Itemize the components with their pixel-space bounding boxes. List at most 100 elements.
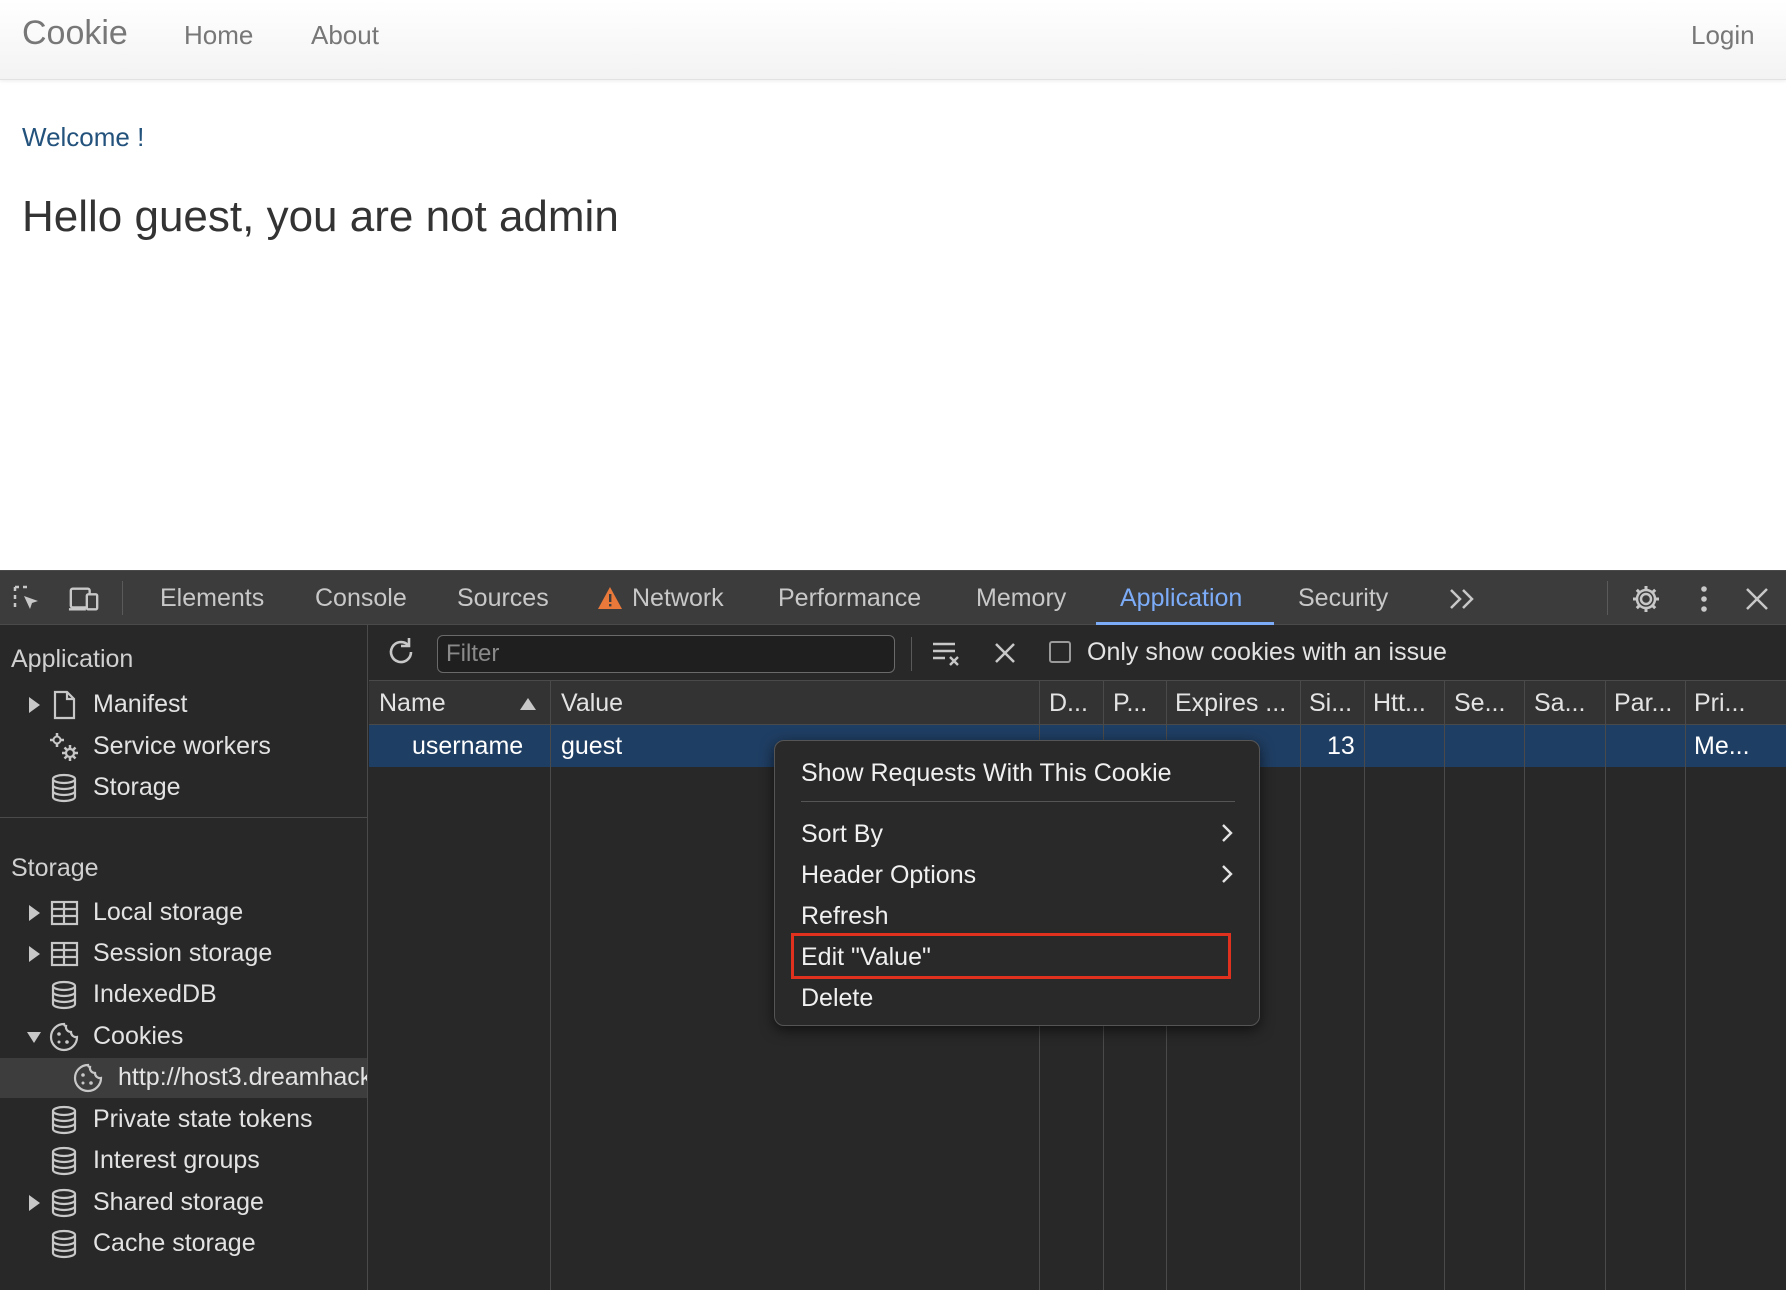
delete-selected-icon[interactable] [989, 637, 1021, 669]
column-header-httponly[interactable]: Htt... [1373, 689, 1447, 718]
file-icon [53, 690, 76, 720]
column-divider[interactable] [1364, 681, 1365, 1290]
sidebar-item-cookies[interactable]: Cookies [0, 1017, 367, 1057]
clear-all-cookies-icon[interactable] [931, 637, 963, 669]
sidebar-item-label: Cookies [93, 1022, 184, 1050]
only-issue-checkbox[interactable] [1049, 641, 1071, 663]
cookie-icon [49, 1022, 79, 1052]
welcome-link[interactable]: Welcome ! [22, 122, 144, 153]
sidebar-heading-storage: Storage [11, 854, 99, 882]
gears-icon [50, 733, 78, 761]
sidebar-item-storage[interactable]: Storage [0, 768, 367, 808]
devtools-toolbar: Elements Console Sources Network Perform… [0, 571, 1786, 625]
sidebar-item-session-storage[interactable]: Session storage [0, 934, 367, 974]
sort-ascending-icon [520, 698, 536, 710]
column-header-domain[interactable]: D... [1049, 689, 1109, 718]
sidebar-item-label: Manifest [93, 690, 188, 718]
tab-network[interactable]: Network [632, 584, 724, 613]
column-divider[interactable] [1444, 681, 1445, 1290]
toolbar-separator [122, 581, 123, 615]
column-header-priority[interactable]: Pri... [1694, 689, 1774, 718]
column-header-size[interactable]: Si... [1309, 689, 1365, 718]
cookie-filter-input[interactable] [437, 635, 895, 673]
column-divider[interactable] [1685, 681, 1686, 1290]
database-icon [51, 1105, 77, 1135]
application-sidebar: Application Manifest Service workers Sto… [0, 625, 368, 1290]
sidebar-item-service-workers[interactable]: Service workers [0, 727, 367, 767]
refresh-icon[interactable] [385, 636, 417, 668]
sidebar-item-interest-groups[interactable]: Interest groups [0, 1141, 367, 1181]
table-grid-icon [50, 941, 79, 967]
tab-memory[interactable]: Memory [976, 584, 1066, 613]
column-divider[interactable] [1524, 681, 1525, 1290]
navbar: Cookie Home About Login [0, 0, 1786, 80]
nav-home-link[interactable]: Home [184, 20, 253, 51]
cookie-size-cell[interactable]: 13 [1327, 732, 1355, 761]
menu-item-refresh[interactable]: Refresh [801, 902, 889, 931]
sidebar-item-label: Local storage [93, 898, 244, 926]
menu-item-sort-by[interactable]: Sort By [801, 820, 883, 849]
sidebar-item-indexeddb[interactable]: IndexedDB [0, 975, 367, 1015]
sidebar-item-label: Service workers [93, 732, 271, 760]
tab-security[interactable]: Security [1298, 584, 1388, 613]
filter-separator [911, 637, 912, 671]
nav-login-link[interactable]: Login [1691, 20, 1755, 51]
column-header-value[interactable]: Value [561, 689, 1041, 718]
tab-application[interactable]: Application [1120, 584, 1242, 613]
warning-icon [596, 584, 624, 612]
sidebar-item-label: Interest groups [93, 1146, 260, 1174]
chevron-right-icon [1222, 824, 1233, 842]
brand-link[interactable]: Cookie [22, 14, 128, 53]
page-heading: Hello guest, you are not admin [22, 192, 619, 241]
sidebar-item-label: http://host3.dreamhack.games: [118, 1063, 367, 1091]
sidebar-item-shared-storage[interactable]: Shared storage [0, 1183, 367, 1223]
more-tabs-icon[interactable] [1446, 583, 1478, 615]
expand-arrow-icon[interactable] [26, 695, 42, 715]
sidebar-item-label: Shared storage [93, 1188, 264, 1216]
database-icon [51, 1146, 77, 1176]
close-devtools-icon[interactable] [1741, 583, 1773, 615]
settings-gear-icon[interactable] [1630, 583, 1662, 615]
tab-console[interactable]: Console [315, 584, 407, 613]
tab-performance[interactable]: Performance [778, 584, 921, 613]
column-header-partition-key[interactable]: Par... [1614, 689, 1686, 718]
sidebar-item-local-storage[interactable]: Local storage [0, 893, 367, 933]
database-icon [51, 1188, 77, 1218]
cookie-name-cell[interactable]: username [412, 732, 523, 761]
collapse-arrow-icon[interactable] [26, 1027, 42, 1047]
database-icon [51, 1229, 77, 1259]
database-icon [51, 773, 77, 803]
column-header-secure[interactable]: Se... [1454, 689, 1526, 718]
column-header-samesite[interactable]: Sa... [1534, 689, 1606, 718]
cookies-table-header: Name Value D... P... Expires ... Si... H… [369, 681, 1786, 725]
more-options-icon[interactable] [1688, 583, 1720, 615]
tab-sources[interactable]: Sources [457, 584, 549, 613]
column-divider[interactable] [1300, 681, 1301, 1290]
menu-item-header-options[interactable]: Header Options [801, 861, 976, 890]
tab-elements[interactable]: Elements [160, 584, 264, 613]
menu-separator [801, 801, 1235, 802]
expand-arrow-icon[interactable] [26, 903, 42, 923]
expand-arrow-icon[interactable] [26, 944, 42, 964]
column-header-expires[interactable]: Expires ... [1175, 689, 1303, 718]
sidebar-item-cookie-origin[interactable]: http://host3.dreamhack.games: [0, 1058, 367, 1098]
menu-item-delete[interactable]: Delete [801, 984, 873, 1013]
menu-item-show-requests[interactable]: Show Requests With This Cookie [801, 759, 1172, 788]
inspect-element-icon[interactable] [11, 583, 43, 615]
cookie-icon [73, 1063, 103, 1093]
column-divider[interactable] [1605, 681, 1606, 1290]
cookie-value-cell[interactable]: guest [561, 732, 622, 761]
column-header-path[interactable]: P... [1113, 689, 1173, 718]
device-toolbar-icon[interactable] [68, 583, 100, 615]
column-header-name[interactable]: Name [379, 689, 529, 718]
context-menu: Show Requests With This Cookie Sort By H… [774, 740, 1260, 1026]
chevron-right-icon [1222, 865, 1233, 883]
sidebar-item-cache-storage[interactable]: Cache storage [0, 1224, 367, 1264]
nav-about-link[interactable]: About [311, 20, 379, 51]
sidebar-item-private-state-tokens[interactable]: Private state tokens [0, 1100, 367, 1140]
column-divider[interactable] [550, 681, 551, 1290]
cookie-priority-cell[interactable]: Me... [1694, 732, 1750, 761]
expand-arrow-icon[interactable] [26, 1193, 42, 1213]
database-icon [51, 980, 77, 1010]
sidebar-item-manifest[interactable]: Manifest [0, 685, 367, 725]
